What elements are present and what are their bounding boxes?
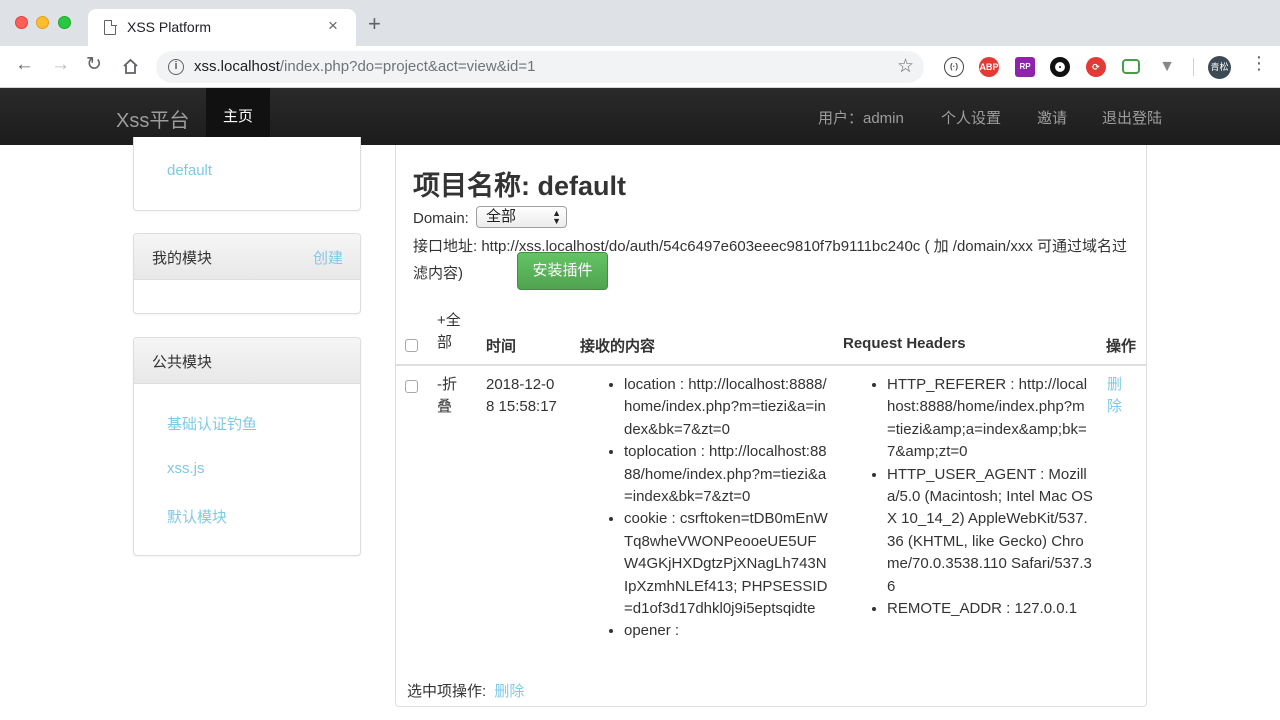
- selected-delete-link[interactable]: 删除: [494, 683, 524, 700]
- profile-avatar[interactable]: 青松: [1208, 56, 1231, 79]
- row-collapse-link[interactable]: -折叠: [437, 374, 467, 419]
- row-delete-link[interactable]: 删除: [1107, 374, 1125, 419]
- extension-vue-icon[interactable]: ▼: [1157, 57, 1177, 77]
- window-zoom-button[interactable]: [58, 16, 71, 29]
- forward-arrow-icon[interactable]: →: [51, 55, 70, 74]
- column-header-request-headers: Request Headers: [843, 335, 966, 352]
- browser-menu-icon[interactable]: ⋮: [1250, 54, 1268, 72]
- toolbar-separator: [1193, 58, 1194, 76]
- window-close-button[interactable]: [15, 16, 28, 29]
- header-item-user-agent: HTTP_USER_AGENT : Mozilla/5.0 (Macintosh…: [887, 464, 1093, 598]
- sidebar-my-modules-panel: 我的模块 创建: [133, 233, 361, 314]
- extension-circle-icon[interactable]: [1050, 57, 1070, 77]
- public-modules-header: 公共模块: [134, 338, 360, 384]
- content-item-opener: opener :: [624, 620, 828, 642]
- window-minimize-button[interactable]: [36, 16, 49, 29]
- sidebar-public-modules-panel: 公共模块 基础认证钓鱼 xss.js 默认模块: [133, 337, 361, 556]
- project-panel: 项目名称: default Domain: 全部 ▲▼ 接口地址: http:/…: [395, 145, 1147, 707]
- extension-tracker-icon[interactable]: (·): [944, 57, 964, 77]
- page-title: 项目名称: default: [413, 164, 626, 203]
- browser-tabstrip: XSS Platform × +: [0, 0, 1280, 46]
- nav-logout[interactable]: 退出登陆: [1102, 107, 1162, 128]
- content-item-toplocation: toplocation : http://localhost:8888/home…: [624, 441, 828, 508]
- reload-icon[interactable]: ↻: [86, 55, 102, 74]
- info-icon[interactable]: i: [168, 59, 184, 75]
- column-header-time: 时间: [486, 335, 516, 356]
- headers-list: HTTP_REFERER : http://localhost:8888/hom…: [871, 374, 1093, 620]
- table-header-divider: [396, 364, 1146, 366]
- nav-invite[interactable]: 邀请: [1037, 107, 1067, 128]
- document-icon: [104, 20, 116, 35]
- sidebar-item-basic-auth-phishing[interactable]: 基础认证钓鱼: [167, 413, 257, 434]
- header-item-referer: HTTP_REFERER : http://localhost:8888/hom…: [887, 374, 1093, 464]
- sidebar-projects-panel: default: [133, 137, 361, 211]
- extension-red-icon[interactable]: ⟳: [1086, 57, 1106, 77]
- bookmark-star-icon[interactable]: ☆: [897, 55, 914, 78]
- nav-user[interactable]: 用户：admin: [818, 107, 904, 128]
- public-modules-title: 公共模块: [152, 351, 212, 372]
- address-bar[interactable]: i xss.localhost/index.php?do=project&act…: [156, 51, 924, 83]
- address-url[interactable]: xss.localhost/index.php?do=project&act=v…: [194, 58, 535, 75]
- header-item-remote-addr: REMOTE_ADDR : 127.0.0.1: [887, 598, 1093, 620]
- content-item-location: location : http://localhost:8888/home/in…: [624, 374, 828, 441]
- extension-rp-icon[interactable]: RP: [1015, 57, 1035, 77]
- extension-tv-icon[interactable]: [1122, 59, 1140, 74]
- domain-select-value: 全部: [486, 208, 516, 225]
- nav-settings[interactable]: 个人设置: [941, 107, 1001, 128]
- select-all-checkbox[interactable]: [405, 339, 418, 352]
- my-modules-title: 我的模块: [152, 247, 212, 268]
- sidebar-item-default-module[interactable]: 默认模块: [167, 506, 227, 527]
- new-tab-button[interactable]: +: [368, 13, 381, 35]
- row-content: location : http://localhost:8888/home/in…: [608, 374, 828, 643]
- browser-toolbar: ← → ↻ i xss.localhost/index.php?do=proje…: [0, 46, 1280, 88]
- select-arrows-icon: ▲▼: [552, 209, 561, 225]
- create-module-link[interactable]: 创建: [313, 247, 343, 268]
- home-icon[interactable]: [122, 58, 139, 75]
- back-arrow-icon[interactable]: ←: [15, 55, 34, 74]
- my-modules-header: 我的模块 创建: [134, 234, 360, 280]
- column-header-content: 接收的内容: [580, 335, 655, 356]
- row-headers: HTTP_REFERER : http://localhost:8888/hom…: [871, 374, 1093, 620]
- domain-label: Domain:: [413, 210, 469, 227]
- browser-tab[interactable]: XSS Platform ×: [88, 9, 356, 46]
- adblock-icon[interactable]: ABP: [979, 57, 999, 77]
- content-list: location : http://localhost:8888/home/in…: [608, 374, 828, 643]
- tab-close-icon[interactable]: ×: [328, 16, 338, 36]
- selected-ops: 选中项操作: 删除: [407, 680, 524, 701]
- row-time: 2018-12-08 15:58:17: [486, 374, 558, 419]
- tab-title: XSS Platform: [127, 19, 211, 35]
- install-plugin-button[interactable]: 安装插件: [517, 252, 608, 290]
- domain-select[interactable]: 全部 ▲▼: [476, 206, 567, 228]
- row-checkbox[interactable]: [405, 380, 418, 393]
- selected-ops-label: 选中项操作:: [407, 683, 486, 700]
- expand-all-link[interactable]: +全部: [437, 310, 467, 355]
- sidebar-item-default[interactable]: default: [167, 162, 212, 179]
- site-brand[interactable]: Xss平台: [116, 104, 189, 133]
- column-header-ops: 操作: [1106, 335, 1136, 356]
- sidebar-item-xss-js[interactable]: xss.js: [167, 460, 205, 477]
- content-item-cookie: cookie : csrftoken=tDB0mEnWTq8wheVWONPeo…: [624, 508, 828, 620]
